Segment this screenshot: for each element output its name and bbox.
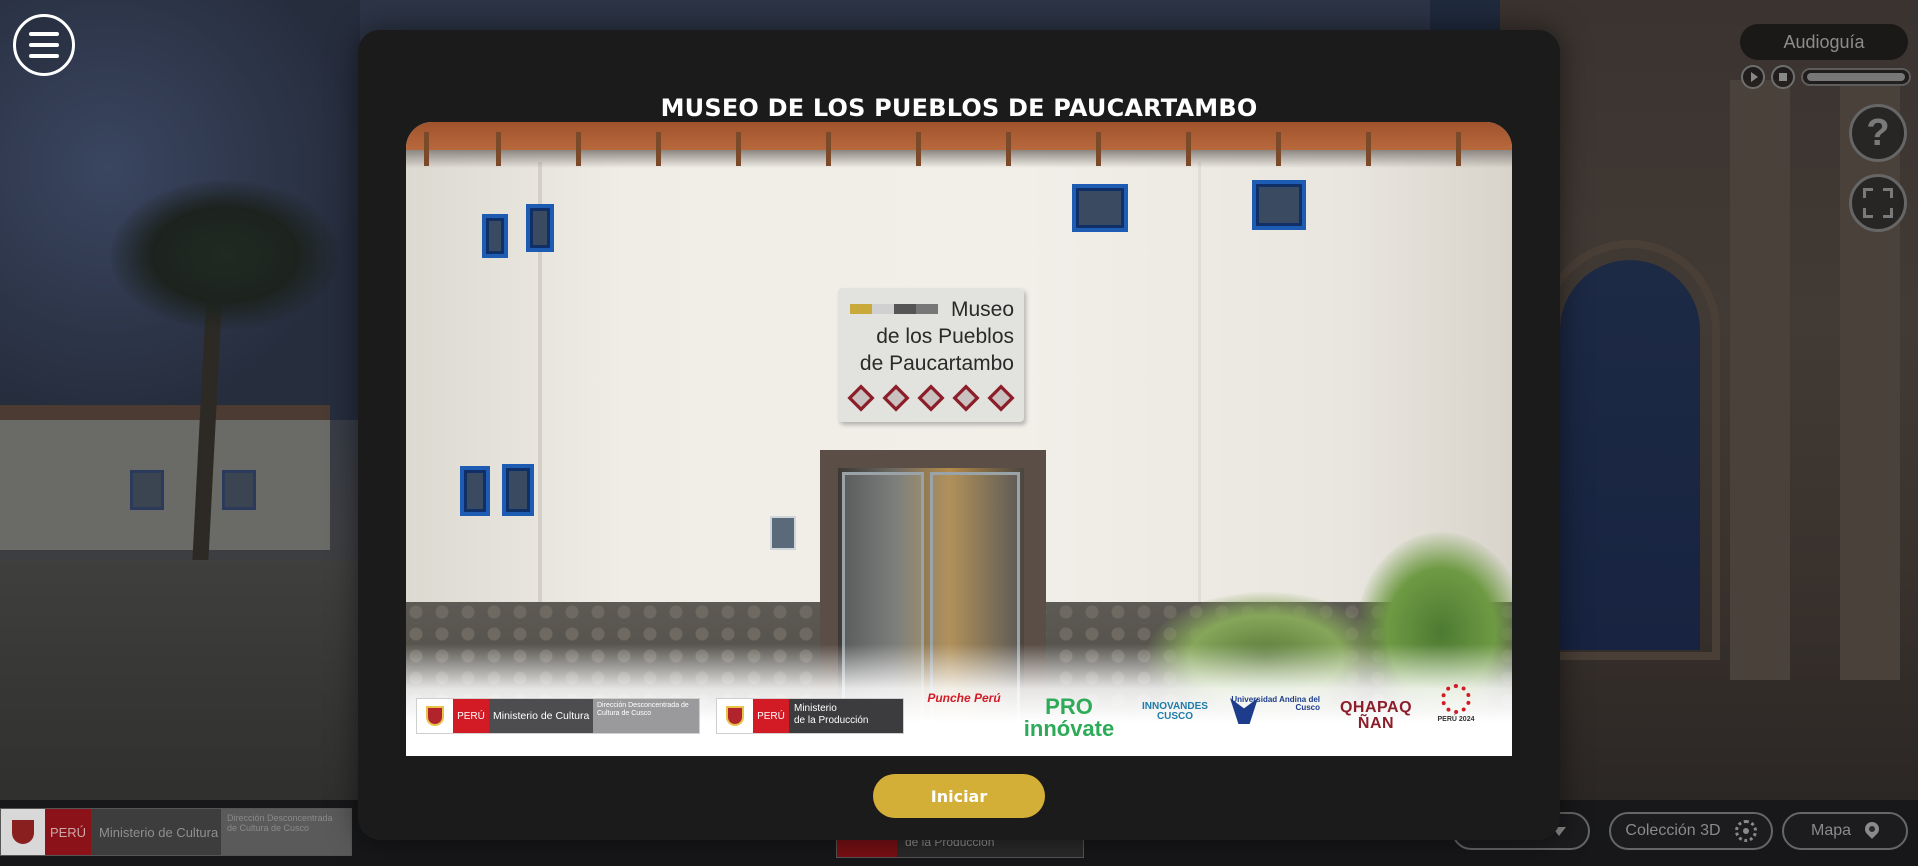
photo-wall-corner bbox=[1198, 162, 1201, 642]
iniciar-button[interactable]: Iniciar bbox=[873, 774, 1045, 818]
photo-window bbox=[1072, 184, 1128, 232]
photo-eave-shadow bbox=[406, 150, 1512, 168]
audio-progress-bar[interactable] bbox=[1801, 68, 1911, 86]
gear-icon bbox=[1734, 820, 1757, 842]
peru-shield-icon bbox=[1, 809, 45, 855]
museum-photo: Museo de los Pueblos de Paucartambo PERÚ… bbox=[406, 122, 1512, 756]
photo-beam bbox=[1096, 132, 1101, 166]
logo-innovandes: INNOVANDES CUSCO bbox=[1142, 701, 1208, 722]
sign-line-3: de Paucartambo bbox=[859, 352, 1014, 375]
sign-pattern bbox=[844, 384, 1018, 412]
photo-beam bbox=[1276, 132, 1281, 166]
logo-ministerio-label: Ministerio de Cultura bbox=[489, 699, 593, 733]
logo-proinnovate: PRO innóvate bbox=[1023, 694, 1115, 741]
photo-window bbox=[482, 214, 508, 258]
photo-beam bbox=[1366, 132, 1371, 166]
logo-bicentenario-label: PERÚ 2024 bbox=[1437, 716, 1475, 723]
photo-beam bbox=[1186, 132, 1191, 166]
peru-label: PERÚ bbox=[45, 809, 91, 855]
logo-produccion-label: Ministerio de la Producción bbox=[789, 699, 903, 733]
audioguide-label: Audioguía bbox=[1783, 31, 1865, 52]
photo-beam bbox=[1006, 132, 1011, 166]
background-column bbox=[1730, 80, 1790, 680]
background-house bbox=[0, 420, 330, 550]
photo-window bbox=[502, 464, 534, 516]
coleccion-3d-button[interactable]: Colección 3D bbox=[1609, 812, 1773, 850]
peru-shield-icon bbox=[717, 699, 753, 733]
photo-window bbox=[460, 466, 490, 516]
photo-wall-plaque bbox=[770, 516, 796, 550]
help-icon: ? bbox=[1866, 112, 1890, 154]
photo-beam bbox=[424, 132, 429, 166]
audioguide-box[interactable]: Audioguía bbox=[1740, 24, 1908, 60]
photo-beam bbox=[1456, 132, 1461, 166]
help-button[interactable]: ? bbox=[1849, 104, 1907, 162]
mapa-button[interactable]: Mapa bbox=[1782, 812, 1908, 850]
logo-ministerio-cultura: PERÚ Ministerio de Cultura Dirección Des… bbox=[416, 698, 700, 734]
logo-peru-label: PERÚ bbox=[453, 699, 489, 733]
play-button[interactable] bbox=[1741, 65, 1765, 89]
play-icon bbox=[1750, 72, 1758, 82]
audio-progress-track bbox=[1807, 73, 1905, 81]
photo-beam bbox=[736, 132, 741, 166]
background-church-door bbox=[1560, 260, 1700, 650]
background-window bbox=[130, 470, 164, 510]
museum-sign: Museo de los Pueblos de Paucartambo bbox=[838, 288, 1024, 422]
logo-ministerio-produccion: PERÚ Ministerio de la Producción bbox=[716, 698, 904, 734]
photo-beam bbox=[496, 132, 501, 166]
logo-universidad-andina: Universidad Andina del Cusco bbox=[1230, 696, 1320, 724]
fullscreen-button[interactable] bbox=[1849, 174, 1907, 232]
map-pin-icon bbox=[1862, 819, 1882, 839]
modal-title: MUSEO DE LOS PUEBLOS DE PAUCARTAMBO bbox=[660, 94, 1258, 122]
photo-beam bbox=[576, 132, 581, 166]
background-window bbox=[222, 470, 256, 510]
logo-qhapaq-nan: QHAPAQ ÑAN bbox=[1339, 699, 1413, 732]
logo-direccion-label: Dirección Desconcentrada de Cultura de C… bbox=[593, 699, 699, 733]
ministerio-label: Ministerio de Cultura bbox=[91, 809, 221, 855]
bottom-logo-ministerio-cultura: PERÚ Ministerio de Cultura Dirección Des… bbox=[0, 808, 352, 856]
sun-icon bbox=[1441, 684, 1471, 714]
photo-window bbox=[1252, 180, 1306, 230]
fullscreen-icon bbox=[1863, 188, 1893, 218]
direccion-label: Dirección Desconcentrada de Cultura de C… bbox=[221, 809, 351, 855]
menu-icon bbox=[29, 32, 59, 36]
logo-peru-label: PERÚ bbox=[753, 699, 789, 733]
logo-punche-peru: Punche Perú bbox=[927, 691, 1001, 705]
background-plaza bbox=[0, 560, 380, 805]
intro-modal: MUSEO DE LOS PUEBLOS DE PAUCARTAMBO Muse… bbox=[358, 30, 1560, 840]
photo-beam bbox=[916, 132, 921, 166]
photo-window bbox=[526, 204, 554, 252]
menu-icon bbox=[29, 43, 59, 47]
photo-beam bbox=[656, 132, 661, 166]
stop-icon bbox=[1779, 73, 1787, 81]
sign-text: Museo de los Pueblos de Paucartambo bbox=[844, 296, 1014, 377]
stop-button[interactable] bbox=[1771, 65, 1795, 89]
logo-produccion-line2: de la Producción bbox=[794, 714, 869, 726]
background-column bbox=[1840, 80, 1900, 680]
audio-controls bbox=[1741, 65, 1911, 89]
logo-produccion-line1: Ministerio bbox=[794, 703, 837, 714]
sign-line-2: de los Pueblos bbox=[876, 325, 1014, 348]
photo-roof-eave bbox=[406, 122, 1512, 150]
peru-shield-icon bbox=[417, 699, 453, 733]
coleccion-3d-label: Colección 3D bbox=[1625, 822, 1721, 839]
mapa-label: Mapa bbox=[1810, 822, 1852, 839]
sign-line-1: Museo bbox=[950, 298, 1014, 321]
menu-button[interactable] bbox=[13, 14, 75, 76]
menu-icon bbox=[29, 54, 59, 58]
photo-beam bbox=[826, 132, 831, 166]
background-palm bbox=[110, 180, 340, 330]
logo-bicentenario: PERÚ 2024 bbox=[1436, 684, 1476, 723]
